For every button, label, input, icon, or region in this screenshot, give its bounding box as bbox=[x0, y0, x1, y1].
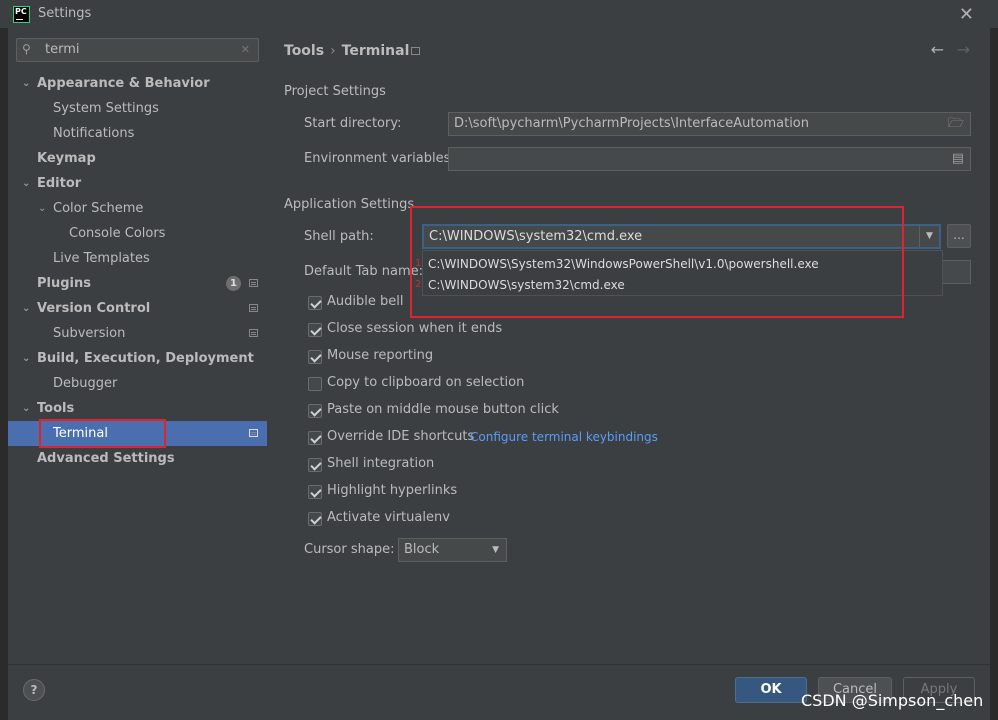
sidebar-item-color-scheme[interactable]: ⌄ Color Scheme bbox=[8, 196, 267, 221]
sidebar-item-plugins[interactable]: Plugins 1 bbox=[8, 271, 267, 296]
project-level-icon bbox=[249, 304, 258, 312]
paste-middle-click-checkbox[interactable] bbox=[308, 404, 322, 418]
sidebar-item-notifications[interactable]: Notifications bbox=[8, 121, 267, 146]
sidebar-item-console-colors[interactable]: Console Colors bbox=[8, 221, 267, 246]
highlight-hyperlinks-label: Highlight hyperlinks bbox=[327, 483, 458, 498]
sidebar-item-system-settings[interactable]: System Settings bbox=[8, 96, 267, 121]
breadcrumb: Tools › Terminal bbox=[284, 43, 409, 59]
project-level-icon bbox=[249, 279, 258, 287]
mouse-reporting-label: Mouse reporting bbox=[327, 348, 434, 363]
chevron-down-icon[interactable]: ▼ bbox=[919, 226, 939, 247]
folder-icon[interactable]: 🗁 bbox=[948, 113, 964, 135]
cursor-shape-label: Cursor shape: bbox=[304, 542, 395, 557]
activate-virtualenv-checkbox[interactable] bbox=[308, 512, 322, 526]
activate-virtualenv-label: Activate virtualenv bbox=[327, 510, 450, 525]
start-directory-field[interactable]: D:\soft\pycharm\PycharmProjects\Interfac… bbox=[448, 112, 971, 136]
chevron-down-icon[interactable]: ⌄ bbox=[38, 196, 46, 221]
annotation-number: 2 bbox=[415, 279, 422, 290]
search-icon: ⚲ bbox=[22, 42, 31, 56]
annotation-number: 1 bbox=[415, 258, 422, 269]
default-tab-name-label: Default Tab name: bbox=[304, 264, 424, 279]
clear-search-icon[interactable]: ✕ bbox=[241, 43, 250, 56]
chevron-down-icon[interactable]: ⌄ bbox=[22, 346, 30, 371]
configure-keybindings-link[interactable]: Configure terminal keybindings bbox=[470, 430, 658, 444]
sidebar-item-terminal[interactable]: Terminal bbox=[8, 421, 267, 446]
browse-shell-button[interactable]: ... bbox=[947, 224, 971, 248]
mouse-reporting-checkbox[interactable] bbox=[308, 350, 322, 364]
breadcrumb-current: Terminal bbox=[341, 43, 410, 59]
override-ide-shortcuts-label: Override IDE shortcuts bbox=[327, 429, 475, 444]
background-ide-right bbox=[990, 28, 998, 720]
shell-path-value: C:\WINDOWS\system32\cmd.exe bbox=[429, 229, 643, 244]
plugins-update-badge: 1 bbox=[226, 276, 241, 291]
start-directory-label: Start directory: bbox=[304, 116, 402, 131]
shell-path-label: Shell path: bbox=[304, 229, 374, 244]
shell-option-powershell[interactable]: C:\WINDOWS\System32\WindowsPowerShell\v1… bbox=[428, 257, 819, 271]
pycharm-logo-icon: PC bbox=[13, 6, 30, 23]
close-icon[interactable]: ✕ bbox=[959, 4, 974, 25]
shell-path-combobox[interactable]: C:\WINDOWS\system32\cmd.exe ▼ bbox=[422, 224, 941, 249]
highlight-hyperlinks-checkbox[interactable] bbox=[308, 485, 322, 499]
window-title: Settings bbox=[38, 6, 92, 21]
back-arrow-icon[interactable]: ← bbox=[931, 40, 944, 59]
sidebar-item-debugger[interactable]: Debugger bbox=[8, 371, 267, 396]
override-ide-shortcuts-checkbox[interactable] bbox=[308, 431, 322, 445]
project-level-icon bbox=[249, 329, 258, 337]
ok-button[interactable]: OK bbox=[735, 677, 807, 703]
chevron-down-icon[interactable]: ⌄ bbox=[22, 296, 30, 321]
help-button[interactable]: ? bbox=[23, 679, 45, 701]
cursor-shape-value: Block bbox=[404, 542, 440, 557]
document-icon[interactable]: ▤ bbox=[952, 148, 964, 170]
paste-middle-click-label: Paste on middle mouse button click bbox=[327, 402, 559, 417]
sidebar-item-version-control[interactable]: ⌄ Version Control bbox=[8, 296, 267, 321]
shell-integration-label: Shell integration bbox=[327, 456, 435, 471]
default-tab-name-field[interactable] bbox=[942, 260, 971, 284]
close-session-checkbox[interactable] bbox=[308, 323, 322, 337]
project-settings-heading: Project Settings bbox=[284, 84, 386, 99]
search-value: termi bbox=[45, 42, 80, 57]
title-bar: PC Settings ✕ bbox=[0, 0, 998, 28]
close-session-label: Close session when it ends bbox=[327, 321, 503, 336]
sidebar-item-build-execution-deployment[interactable]: ⌄ Build, Execution, Deployment bbox=[8, 346, 267, 371]
breadcrumb-parent[interactable]: Tools bbox=[284, 43, 324, 59]
application-settings-heading: Application Settings bbox=[284, 197, 415, 212]
audible-bell-checkbox[interactable] bbox=[308, 296, 322, 310]
sidebar-item-tools[interactable]: ⌄ Tools bbox=[8, 396, 267, 421]
chevron-down-icon[interactable]: ⌄ bbox=[22, 396, 30, 421]
terminal-settings-panel: Tools › Terminal ← → Project Settings Star… bbox=[267, 28, 990, 664]
cursor-shape-select[interactable]: Block ▼ bbox=[398, 538, 507, 562]
start-directory-value: D:\soft\pycharm\PycharmProjects\Interfac… bbox=[454, 116, 809, 131]
sidebar-item-appearance-behavior[interactable]: ⌄ Appearance & Behavior bbox=[8, 71, 267, 96]
chevron-down-icon[interactable]: ⌄ bbox=[22, 71, 30, 96]
search-input[interactable]: ⚲ termi ✕ bbox=[16, 38, 259, 62]
copy-to-clipboard-checkbox[interactable] bbox=[308, 377, 322, 391]
sidebar-item-keymap[interactable]: Keymap bbox=[8, 146, 267, 171]
sidebar-item-advanced-settings[interactable]: Advanced Settings bbox=[8, 446, 267, 471]
chevron-down-icon[interactable]: ⌄ bbox=[22, 171, 30, 196]
background-ide-left bbox=[0, 28, 8, 720]
sidebar-item-live-templates[interactable]: Live Templates bbox=[8, 246, 267, 271]
project-level-icon bbox=[249, 429, 258, 437]
sidebar-item-editor[interactable]: ⌄ Editor bbox=[8, 171, 267, 196]
shell-path-dropdown: 1 C:\WINDOWS\System32\WindowsPowerShell\… bbox=[415, 250, 943, 296]
forward-arrow-icon[interactable]: → bbox=[957, 40, 970, 59]
project-level-icon bbox=[411, 47, 420, 55]
shell-integration-checkbox[interactable] bbox=[308, 458, 322, 472]
audible-bell-label: Audible bell bbox=[327, 294, 404, 309]
watermark: CSDN @Simpson_chen bbox=[801, 691, 984, 710]
settings-sidebar: ⚲ termi ✕ ⌄ Appearance & Behavior System… bbox=[8, 28, 267, 664]
sidebar-item-subversion[interactable]: Subversion bbox=[8, 321, 267, 346]
shell-option-cmd[interactable]: C:\WINDOWS\system32\cmd.exe bbox=[428, 278, 625, 292]
env-vars-label: Environment variables: bbox=[304, 151, 455, 166]
breadcrumb-separator: › bbox=[330, 43, 336, 59]
environment-variables-field[interactable]: ▤ bbox=[448, 147, 971, 171]
chevron-down-icon: ▼ bbox=[492, 545, 499, 555]
copy-to-clipboard-label: Copy to clipboard on selection bbox=[327, 375, 525, 390]
